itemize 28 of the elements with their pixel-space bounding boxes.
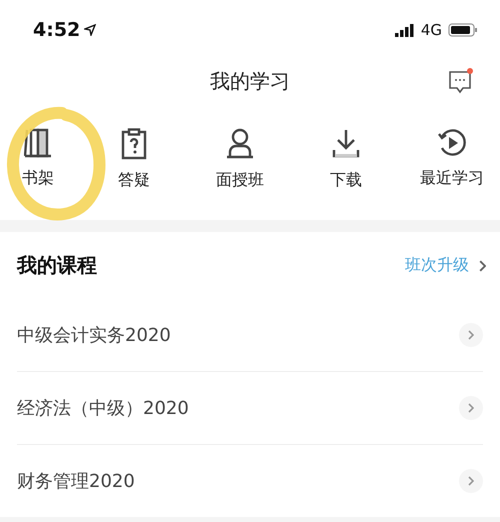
bookshelf-icon <box>24 128 52 158</box>
chevron-right-icon <box>468 403 474 413</box>
location-arrow-icon <box>84 24 96 36</box>
download-icon <box>332 128 360 160</box>
network-type: 4G <box>420 21 442 39</box>
shortcut-button[interactable]: 答疑 <box>99 128 169 220</box>
clipboard-question-icon <box>121 128 147 160</box>
section-title: 我的课程 <box>17 252 97 279</box>
page-title: 我的学习 <box>210 68 290 94</box>
course-row[interactable]: 经济法（中级）2020 <box>17 372 483 445</box>
chevron-right-icon <box>468 476 474 486</box>
shortcut-button[interactable]: 下载 <box>311 128 381 220</box>
course-row[interactable]: 中级会计实务2020 <box>17 299 483 372</box>
course-row[interactable]: 财务管理2020 <box>17 445 483 517</box>
shortcut-button[interactable]: 面授班 <box>200 128 280 220</box>
battery-icon <box>448 23 478 37</box>
person-icon <box>226 128 254 160</box>
shortcut-button[interactable]: 最近学习 <box>412 128 492 220</box>
chevron-right-icon <box>468 330 474 340</box>
replay-icon <box>437 128 467 158</box>
chevron-button[interactable] <box>459 323 483 347</box>
signal-icon <box>394 23 415 37</box>
chevron-right-icon <box>478 260 486 272</box>
chevron-button[interactable] <box>459 469 483 493</box>
chevron-button[interactable] <box>459 396 483 420</box>
status-time: 4:52 <box>33 19 96 41</box>
message-button[interactable] <box>448 66 474 94</box>
shortcut-button[interactable]: 书架 <box>8 128 68 220</box>
